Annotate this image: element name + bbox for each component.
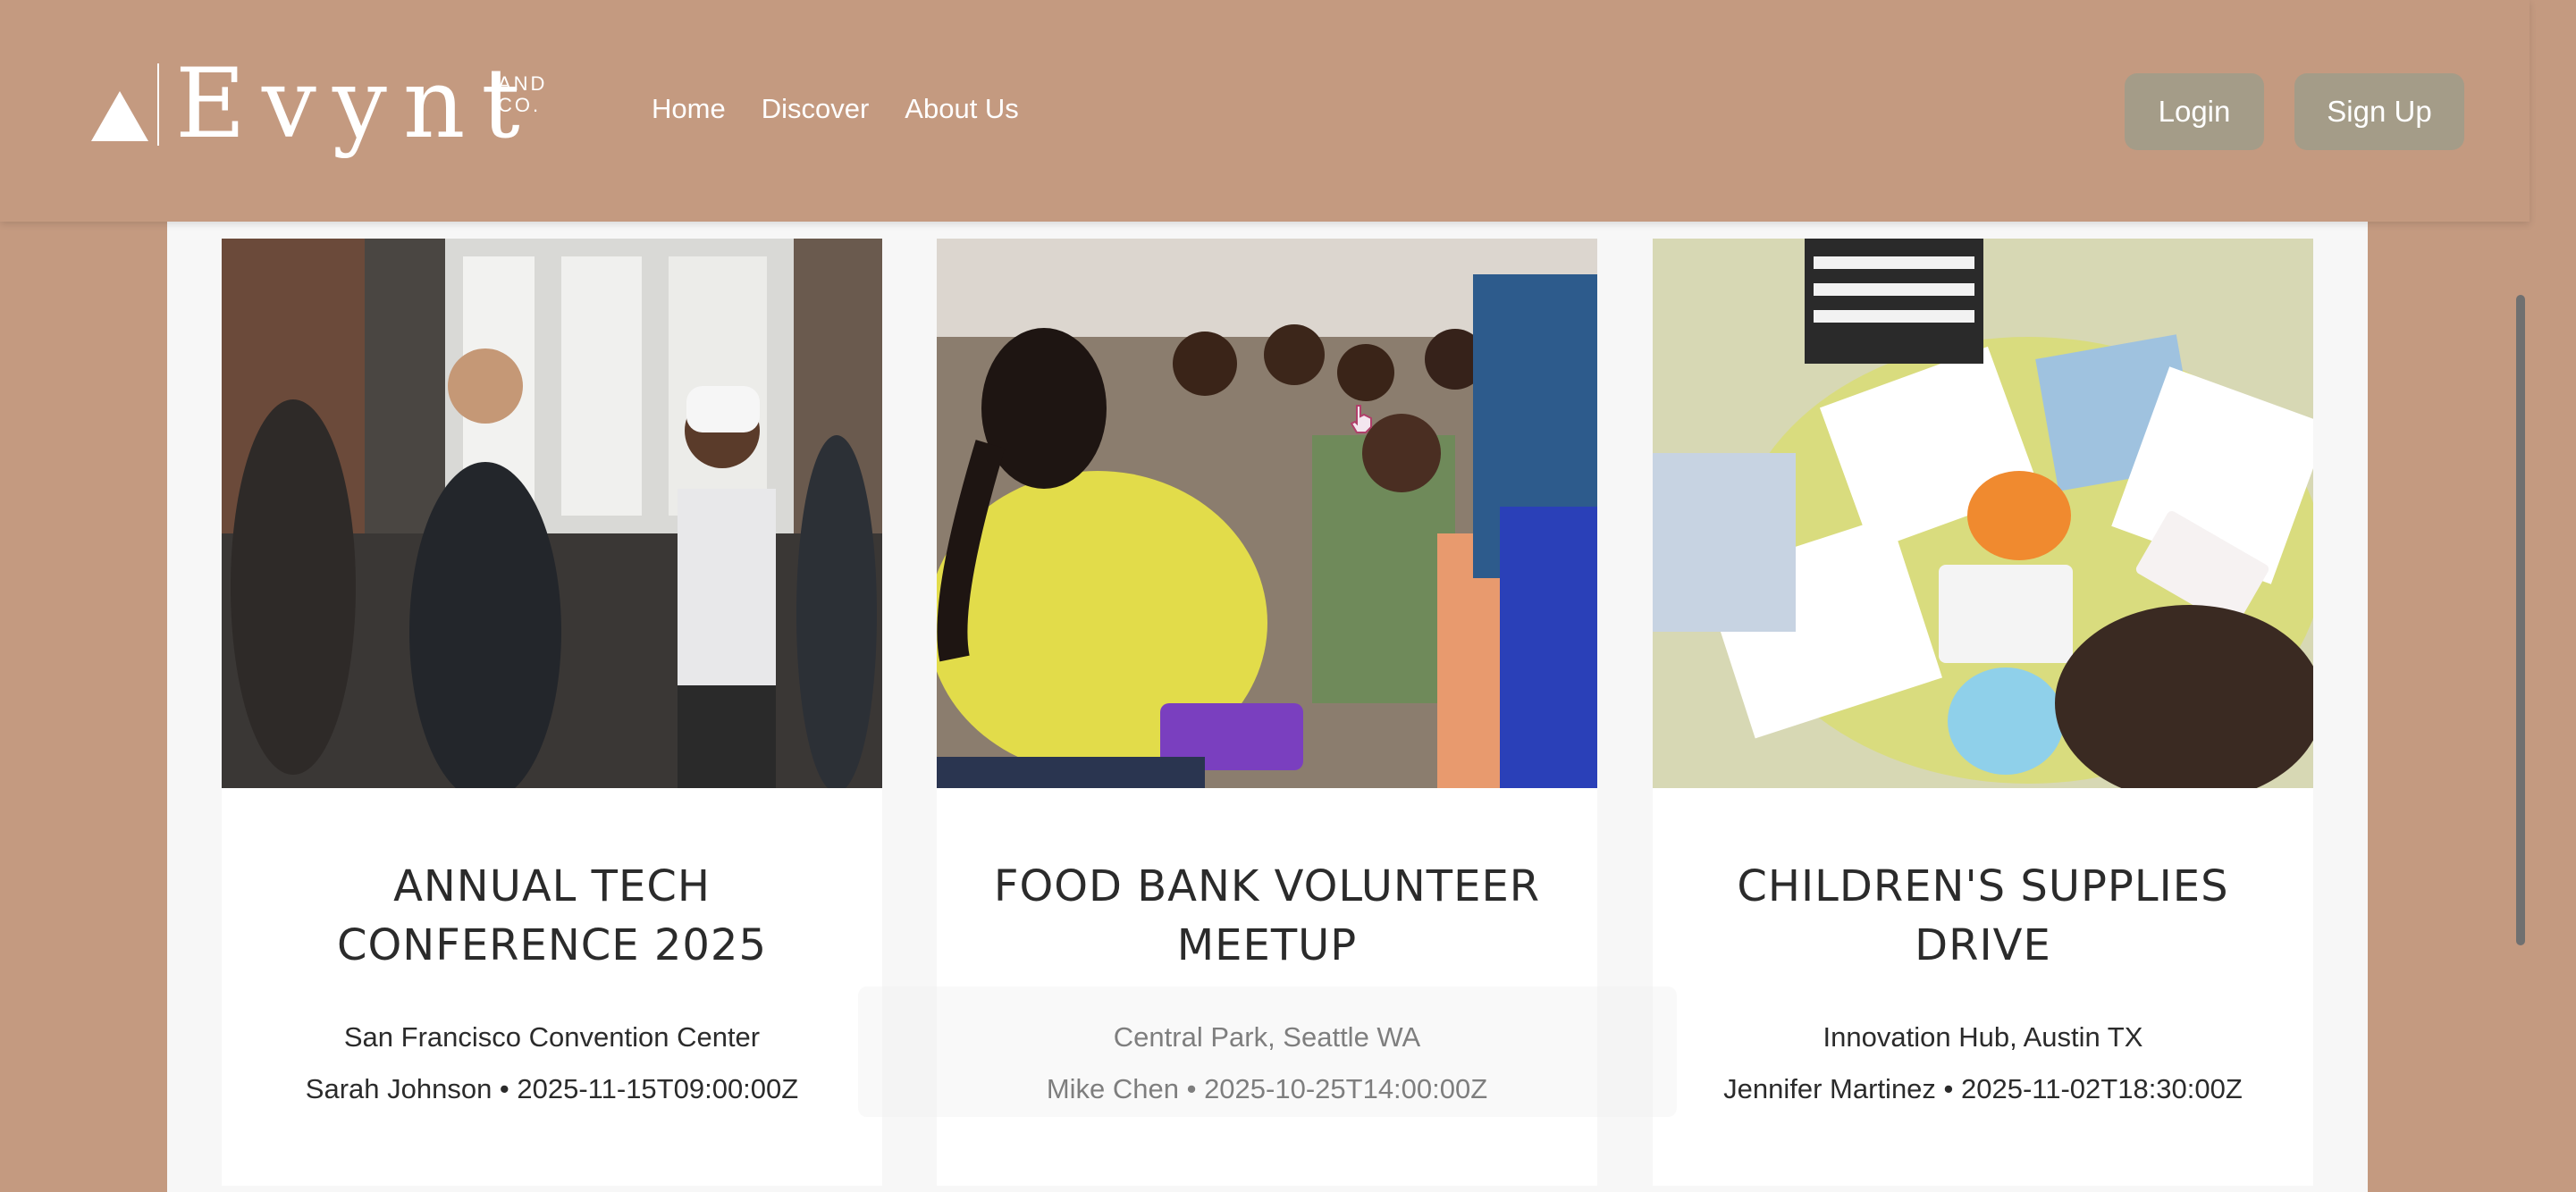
event-title[interactable]: ANNUAL TECH CONFERENCE 2025 xyxy=(248,857,855,975)
logo-sub-line-1: AND xyxy=(498,72,548,95)
brand-logo[interactable]: Evynt AND CO. xyxy=(91,46,544,163)
event-title[interactable]: FOOD BANK VOLUNTEER MEETUP xyxy=(964,857,1570,975)
logo-wordmark: Evynt xyxy=(175,48,536,160)
event-title[interactable]: CHILDREN'S SUPPLIES DRIVE xyxy=(1679,857,2286,975)
scrollbar-thumb[interactable] xyxy=(2516,295,2525,945)
photo-volunteer-children-image[interactable] xyxy=(937,239,1597,788)
logo-sub-line-2: CO. xyxy=(498,94,542,116)
logo-subtext: AND CO. xyxy=(498,73,547,116)
hand-pointer-icon xyxy=(1350,405,1372,433)
logo-divider xyxy=(157,63,159,146)
photo-vr-conference-image[interactable] xyxy=(222,239,882,788)
event-venue: Innovation Hub, Austin TX xyxy=(1823,1021,2143,1053)
photo-kids-painting-image[interactable] xyxy=(1653,239,2313,788)
media-controls-overlay[interactable] xyxy=(858,986,1677,1117)
nav-about-us[interactable]: About Us xyxy=(905,93,1019,125)
nav-discover[interactable]: Discover xyxy=(762,93,870,125)
site-header: Evynt AND CO. Home Discover About Us Log… xyxy=(0,0,2530,222)
vr-conference-photo xyxy=(222,239,882,788)
login-button[interactable]: Login xyxy=(2125,73,2264,150)
event-venue: San Francisco Convention Center xyxy=(343,1021,761,1053)
kids-painting-photo xyxy=(1653,239,2313,788)
triangle-icon xyxy=(91,91,148,141)
event-card[interactable]: ANNUAL TECH CONFERENCE 2025 San Francisc… xyxy=(222,239,882,1186)
scrollbar-track[interactable] xyxy=(2530,0,2576,1192)
event-organizer-date: Jennifer Martinez • 2025-11-02T18:30:00Z xyxy=(1723,1073,2243,1104)
signup-button[interactable]: Sign Up xyxy=(2294,73,2464,150)
nav-home[interactable]: Home xyxy=(652,93,726,125)
event-card[interactable]: CHILDREN'S SUPPLIES DRIVE Innovation Hub… xyxy=(1653,239,2313,1186)
volunteer-children-photo xyxy=(937,239,1597,788)
main-nav: Home Discover About Us xyxy=(652,93,1055,125)
event-organizer-date: Sarah Johnson • 2025-11-15T09:00:00Z xyxy=(305,1073,799,1104)
